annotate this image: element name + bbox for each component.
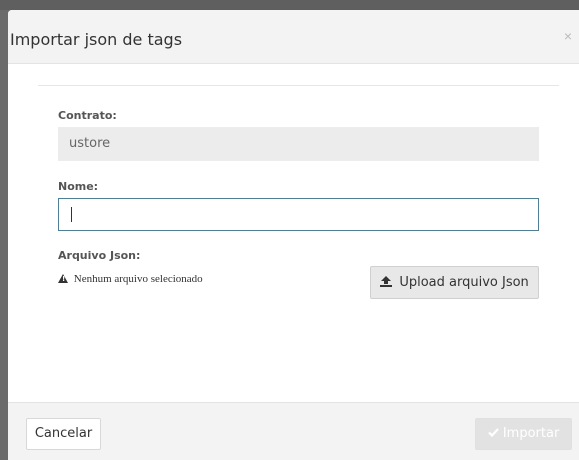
modal-footer: Cancelar Importar bbox=[8, 402, 579, 460]
upload-icon bbox=[380, 276, 393, 287]
contrato-field: ustore bbox=[58, 127, 539, 161]
import-label: Importar bbox=[502, 426, 560, 441]
import-json-modal: Importar json de tags × Contrato: ustore… bbox=[8, 10, 579, 460]
nome-input[interactable] bbox=[58, 198, 539, 231]
no-file-text: Nenhum arquivo selecionado bbox=[73, 273, 203, 285]
no-file-message: Nenhum arquivo selecionado bbox=[58, 273, 203, 285]
upload-json-button[interactable]: Upload arquivo Json bbox=[370, 266, 539, 299]
backdrop-strip bbox=[0, 0, 579, 10]
check-icon bbox=[487, 428, 499, 438]
divider bbox=[38, 85, 559, 86]
upload-json-label: Upload arquivo Json bbox=[399, 275, 529, 290]
close-icon[interactable]: × bbox=[564, 28, 572, 44]
warning-icon bbox=[58, 274, 68, 283]
text-caret bbox=[71, 207, 72, 222]
nome-label: Nome: bbox=[58, 180, 99, 193]
arquivo-json-label: Arquivo Json: bbox=[58, 249, 141, 262]
modal-body: Contrato: ustore Nome: Arquivo Json: Nen… bbox=[8, 65, 579, 402]
contrato-label: Contrato: bbox=[58, 109, 117, 122]
import-button[interactable]: Importar bbox=[475, 418, 572, 450]
modal-title: Importar json de tags bbox=[10, 30, 183, 49]
modal-header: Importar json de tags × bbox=[8, 10, 579, 64]
cancel-button[interactable]: Cancelar bbox=[26, 418, 101, 450]
